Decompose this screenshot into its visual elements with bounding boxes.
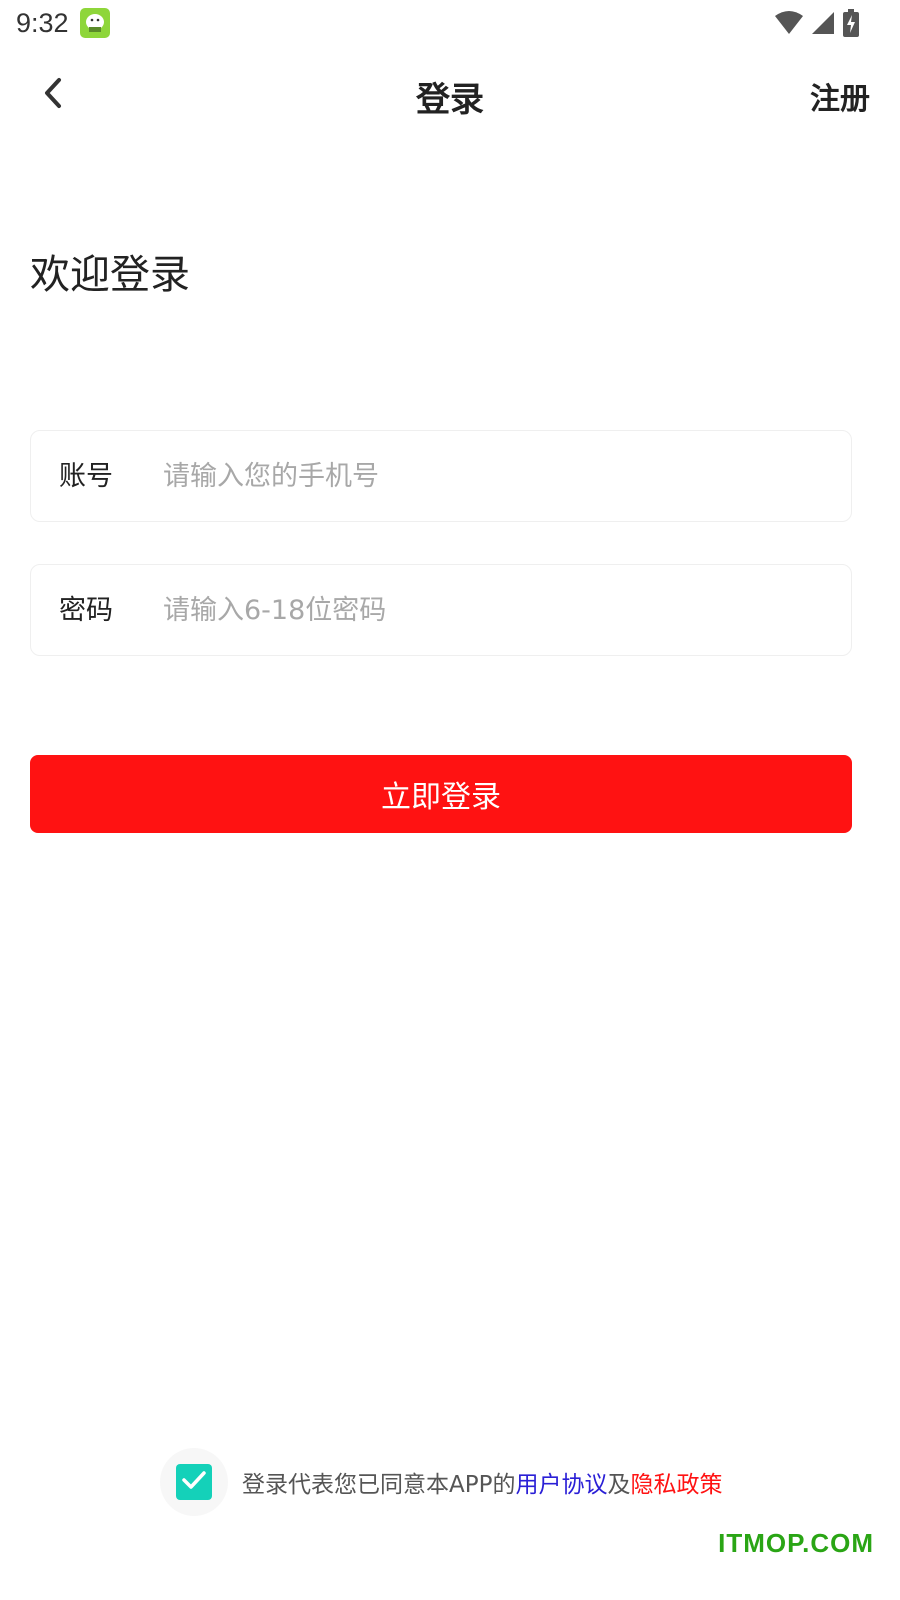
agreement-row: 登录代表您已同意本APP的用户协议及隐私政策: [160, 1448, 722, 1516]
agreement-checkbox[interactable]: [160, 1448, 228, 1516]
privacy-policy-link[interactable]: 隐私政策: [630, 1472, 722, 1498]
cell-signal-icon: [810, 10, 836, 36]
password-label: 密码: [59, 595, 113, 626]
agreement-text: 登录代表您已同意本APP的用户协议及隐私政策: [242, 1465, 722, 1499]
password-input[interactable]: [163, 565, 823, 655]
status-icons: [774, 8, 860, 38]
checkmark-icon: [181, 1469, 207, 1495]
app-notification-icon: [80, 8, 110, 38]
account-field-row: 账号: [30, 430, 852, 522]
status-bar: 9:32: [0, 0, 900, 48]
register-link[interactable]: 注册: [810, 74, 870, 118]
user-agreement-link[interactable]: 用户协议: [515, 1472, 607, 1498]
checkbox-box: [176, 1464, 212, 1500]
welcome-heading: 欢迎登录: [30, 252, 190, 298]
login-button[interactable]: 立即登录: [30, 755, 852, 833]
battery-charging-icon: [842, 9, 860, 37]
account-label: 账号: [59, 461, 113, 492]
agreement-prefix: 登录代表您已同意本APP的: [242, 1472, 516, 1498]
watermark-logo: ITMOP.COM: [718, 1528, 874, 1558]
account-input[interactable]: [163, 431, 823, 521]
password-field-row: 密码: [30, 564, 852, 656]
nav-bar: 登录 注册: [0, 56, 900, 136]
wifi-icon: [774, 10, 804, 36]
page-title: 登录: [416, 80, 484, 120]
agreement-connector: 及: [607, 1472, 631, 1498]
status-time: 9:32: [16, 8, 69, 38]
